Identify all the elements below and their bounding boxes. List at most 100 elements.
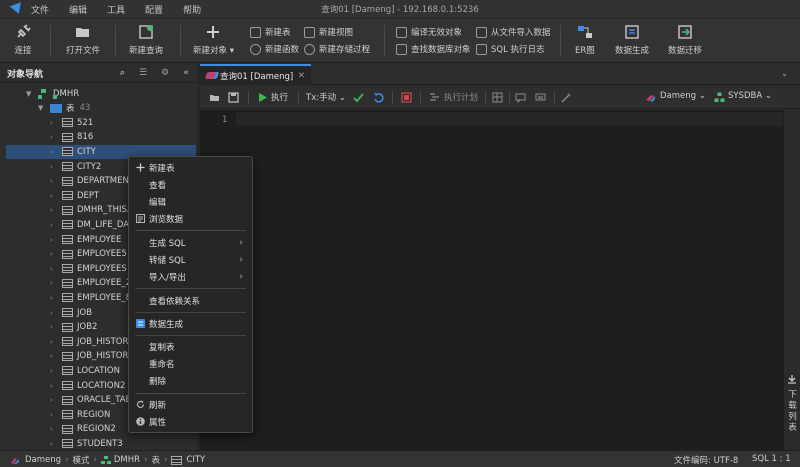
ctx-edit[interactable]: 编辑: [129, 194, 252, 209]
exec-plan-button[interactable]: 执行计划: [444, 91, 478, 103]
new-procedure-button[interactable]: 新建存储过程: [304, 42, 370, 56]
chevron-right-icon[interactable]: ›: [50, 192, 58, 200]
tree-options-icon[interactable]: ⚙: [161, 68, 169, 78]
chevron-right-icon[interactable]: ›: [50, 367, 58, 375]
chevron-right-icon[interactable]: ›: [50, 148, 58, 156]
stop-icon[interactable]: [401, 92, 412, 103]
ctx-delete[interactable]: 删除: [129, 373, 252, 388]
breadcrumb-mode[interactable]: 模式: [72, 454, 89, 466]
find-db-object-button[interactable]: 查找数据库对象: [396, 42, 471, 56]
breadcrumb-schema[interactable]: DMHR: [114, 455, 140, 465]
chevron-right-icon[interactable]: ›: [50, 163, 58, 171]
chevron-right-icon[interactable]: ›: [50, 206, 58, 214]
chevron-right-icon[interactable]: ›: [50, 177, 58, 185]
chevron-right-icon[interactable]: ›: [50, 265, 58, 273]
chevron-down-icon[interactable]: ▼: [38, 104, 46, 112]
chevron-right-icon[interactable]: ›: [50, 411, 58, 419]
chevron-right-icon[interactable]: ›: [50, 323, 58, 331]
data-generation-button[interactable]: 数据生成: [615, 23, 649, 56]
chevron-right-icon[interactable]: ›: [50, 279, 58, 287]
menu-help[interactable]: 帮助: [183, 3, 201, 16]
encoding-indicator[interactable]: 文件编码: UTF-8: [674, 454, 738, 466]
tx-mode-select[interactable]: Tx:手动 ⌄: [306, 91, 346, 103]
sql-editor[interactable]: 1: [200, 110, 783, 450]
ctx-import-export[interactable]: 导入/导出 ›: [129, 269, 252, 284]
connection-select[interactable]: Dameng ⌄: [660, 91, 706, 101]
download-icon[interactable]: [787, 374, 797, 384]
ctx-view-dependencies[interactable]: 查看依赖关系: [129, 293, 252, 308]
chevron-right-icon[interactable]: ›: [50, 221, 58, 229]
breadcrumb-object-type[interactable]: 表: [151, 454, 160, 466]
tree-table-item[interactable]: › 816: [50, 130, 196, 145]
save-icon[interactable]: [228, 92, 239, 103]
ctx-browse-data[interactable]: 浏览数据: [129, 211, 252, 226]
chevron-right-icon[interactable]: ›: [50, 309, 58, 317]
tree-schema-dmhr[interactable]: ▼ DMHR: [26, 87, 196, 102]
new-view-button[interactable]: 新建视图: [304, 25, 353, 39]
chevron-down-icon[interactable]: ⌄: [781, 69, 788, 78]
execute-button[interactable]: 执行: [271, 91, 288, 103]
search-icon[interactable]: ⌕: [120, 68, 125, 78]
breadcrumb-object[interactable]: CITY: [186, 455, 205, 465]
format-magic-icon[interactable]: [561, 92, 572, 103]
filter-icon[interactable]: ☰: [139, 68, 147, 78]
chevron-right-icon[interactable]: ›: [50, 425, 58, 433]
compile-invalid-button[interactable]: 编译无效对象: [396, 25, 462, 39]
chevron-right-icon: ›: [239, 271, 243, 282]
import-from-file-button[interactable]: 从文件导入数据: [476, 25, 551, 39]
ctx-generate-sql[interactable]: 生成 SQL ›: [129, 235, 252, 250]
ctx-dump-sql[interactable]: 转储 SQL ›: [129, 252, 252, 267]
data-migration-button[interactable]: 数据迁移: [668, 23, 702, 56]
ctx-copy-table[interactable]: 复制表: [129, 339, 252, 354]
chevron-down-icon: ⌄: [762, 91, 773, 101]
chevron-right-icon[interactable]: ›: [50, 352, 58, 360]
open-file-button[interactable]: 打开文件: [66, 23, 100, 56]
tree-table-item[interactable]: › STUDENT3: [50, 437, 196, 450]
open-folder-icon[interactable]: [209, 92, 220, 103]
tree-table-item[interactable]: › 521: [50, 116, 196, 131]
exec-plan-icon[interactable]: [429, 92, 440, 103]
new-function-button[interactable]: 新建函数: [250, 42, 299, 56]
tree-table-label: 816: [77, 132, 94, 143]
menu-tools[interactable]: 工具: [107, 3, 125, 16]
grid-result-icon[interactable]: [492, 92, 503, 103]
ctx-view[interactable]: 查看: [129, 177, 252, 192]
er-diagram-button[interactable]: ER图: [575, 23, 595, 56]
ctx-data-generation[interactable]: 数据生成: [129, 316, 252, 331]
comment-icon[interactable]: [515, 92, 526, 103]
chevron-right-icon[interactable]: ›: [50, 338, 58, 346]
breadcrumb-connection[interactable]: Dameng: [25, 455, 61, 465]
new-query-button[interactable]: 新建查询: [129, 23, 163, 56]
commit-check-icon[interactable]: [353, 92, 364, 103]
chevron-right-icon[interactable]: ›: [50, 119, 58, 127]
er-diagram-label: ER图: [575, 46, 595, 56]
menu-edit[interactable]: 编辑: [69, 3, 87, 16]
user-select[interactable]: SYSDBA ⌄: [728, 91, 772, 101]
chevron-right-icon[interactable]: ›: [50, 236, 58, 244]
menu-file[interactable]: 文件: [31, 3, 49, 16]
ctx-new-table[interactable]: 新建表: [129, 160, 252, 175]
sql-exec-log-button[interactable]: SQL 执行日志: [476, 42, 545, 56]
chevron-right-icon[interactable]: ›: [50, 440, 58, 448]
ctx-properties[interactable]: 属性: [129, 414, 252, 429]
chevron-right-icon[interactable]: ›: [50, 294, 58, 302]
new-object-button[interactable]: 新建对象 ▾: [193, 23, 234, 56]
menu-config[interactable]: 配置: [145, 3, 163, 16]
tab-query01[interactable]: 查询01 [Dameng] ✕: [200, 64, 311, 85]
download-list-tab[interactable]: 下载列表: [785, 390, 800, 434]
uncomment-icon[interactable]: [535, 92, 546, 103]
chevron-right-icon[interactable]: ›: [50, 396, 58, 404]
chevron-right-icon[interactable]: ›: [50, 250, 58, 258]
tree-folder-tables[interactable]: ▼ 表 43: [38, 101, 196, 116]
close-icon[interactable]: ✕: [298, 71, 305, 81]
chevron-down-icon[interactable]: ▼: [26, 90, 34, 98]
run-icon[interactable]: [257, 92, 268, 103]
chevron-right-icon[interactable]: ›: [50, 382, 58, 390]
ctx-refresh[interactable]: 刷新: [129, 397, 252, 412]
collapse-panel-icon[interactable]: «: [183, 68, 189, 78]
new-table-button[interactable]: 新建表: [250, 25, 291, 39]
connect-button[interactable]: 连接: [14, 23, 32, 56]
chevron-right-icon[interactable]: ›: [50, 133, 58, 141]
rollback-icon[interactable]: [373, 92, 384, 103]
ctx-rename[interactable]: 重命名: [129, 356, 252, 371]
